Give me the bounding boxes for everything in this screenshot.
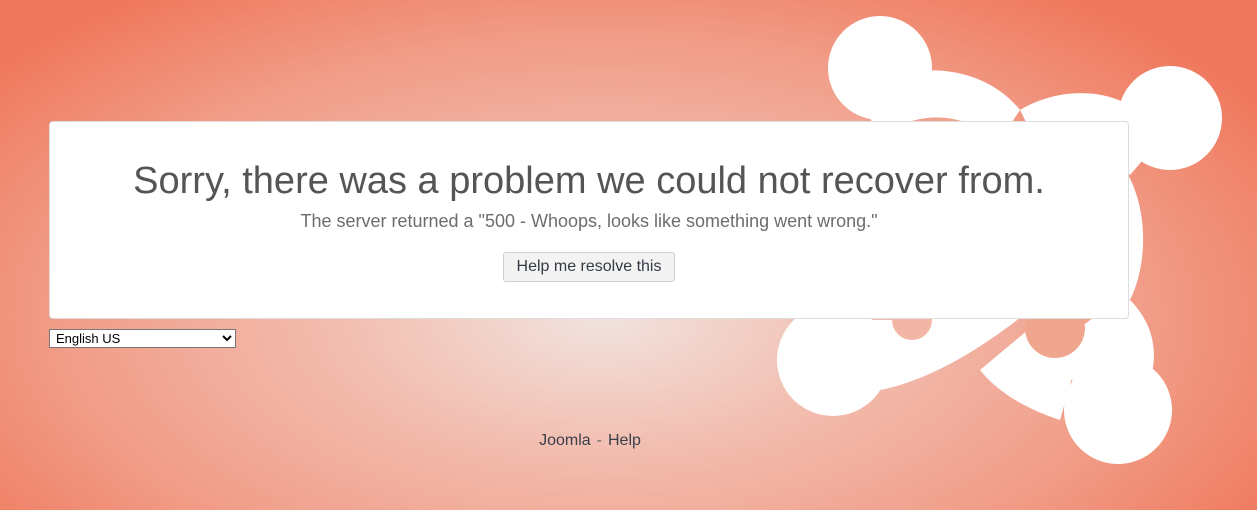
footer-links: Joomla - Help xyxy=(0,431,1180,451)
language-select[interactable]: English US xyxy=(49,329,236,348)
error-headline: Sorry, there was a problem we could not … xyxy=(133,160,1045,202)
footer-link-joomla[interactable]: Joomla xyxy=(539,432,591,449)
footer-link-help[interactable]: Help xyxy=(608,432,641,449)
error-card: Sorry, there was a problem we could not … xyxy=(49,121,1129,319)
help-resolve-button[interactable]: Help me resolve this xyxy=(502,252,676,282)
error-message: The server returned a "500 - Whoops, loo… xyxy=(300,211,878,231)
footer-separator: - xyxy=(596,432,602,449)
